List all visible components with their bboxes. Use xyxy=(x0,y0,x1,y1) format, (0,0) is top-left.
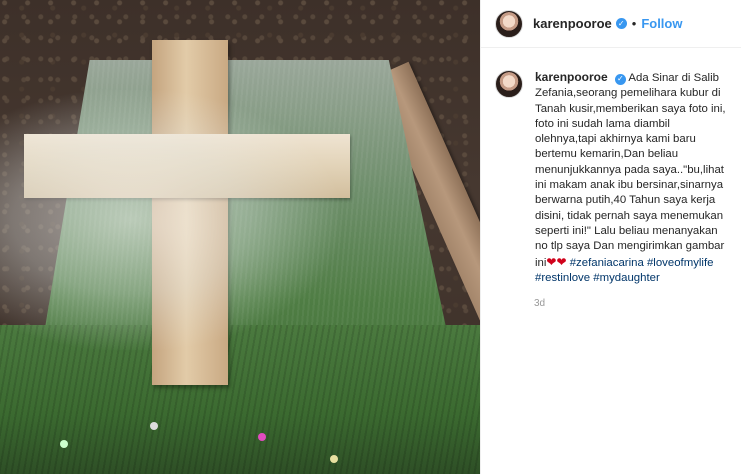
caption-line: Ada Sinar di Salib xyxy=(628,72,719,84)
verified-badge-icon: ✓ xyxy=(615,18,627,29)
post-side-panel: karenpooroe ✓ • Follow karenpooroe ✓ Ada… xyxy=(480,0,741,474)
heart-icon: ❤ xyxy=(546,254,557,269)
caption-username[interactable]: karenpooroe xyxy=(535,70,608,84)
flower xyxy=(60,440,68,448)
flower xyxy=(258,433,266,441)
hashtag-link[interactable]: #loveofmylife xyxy=(647,257,713,269)
light-haze xyxy=(0,90,340,350)
caption-comment: karenpooroe ✓ Ada Sinar di Salib Zefania… xyxy=(481,48,741,286)
flower xyxy=(330,455,338,463)
caption-line: seperti ini!" Lalu beliau menanyakan xyxy=(535,224,718,237)
hashtag-link[interactable]: #zefaniacarina xyxy=(570,257,644,269)
caption-line: menunjukkannya pada saya.."bu,lihat xyxy=(535,163,724,176)
caption-line: Tanah kusir,memberikan saya foto ini, xyxy=(535,102,726,115)
heart-icon: ❤ xyxy=(556,254,567,269)
avatar[interactable] xyxy=(495,9,523,38)
caption-text: karenpooroe ✓ Ada Sinar di Salib Zefania… xyxy=(535,70,731,286)
caption-line: olehnya,tapi akhirnya kami baru xyxy=(535,133,696,146)
follow-button[interactable]: Follow xyxy=(641,16,682,31)
caption-line: bertemu kemarin,Dan beliau xyxy=(535,148,679,161)
caption-line: disini, tidak pernah saya menemukan xyxy=(535,209,724,222)
caption-line-hashtags: ini❤❤ #zefaniacarina #loveofmylife xyxy=(535,255,731,271)
flower xyxy=(150,422,158,430)
hashtag-link[interactable]: #restinlove xyxy=(535,272,590,284)
caption-line: no tlp saya Dan mengirimkan gambar xyxy=(535,240,725,253)
avatar[interactable] xyxy=(495,70,523,98)
caption-line: foto ini sudah lama diambil xyxy=(535,117,670,130)
post-header: karenpooroe ✓ • Follow xyxy=(481,0,741,48)
header-separator: • xyxy=(631,16,637,31)
caption-line: berwarna putih,40 Tahun saya kerja xyxy=(535,194,716,207)
caption-line: ini makam anak ibu bersinar,sinarnya xyxy=(535,179,724,192)
caption-line: Zefania,seorang pemelihara kubur di xyxy=(535,87,721,100)
caption-line-prefix: ini xyxy=(535,256,547,269)
post-timestamp[interactable]: 3d xyxy=(534,298,741,309)
verified-badge-icon: ✓ xyxy=(614,73,626,85)
caption-first-line: karenpooroe ✓ Ada Sinar di Salib xyxy=(535,70,731,86)
hashtag-link[interactable]: #mydaughter xyxy=(593,272,660,284)
post-photo[interactable] xyxy=(0,0,480,474)
header-username[interactable]: karenpooroe xyxy=(533,16,612,31)
caption-line-hashtags: #restinlove #mydaughter xyxy=(535,271,731,286)
